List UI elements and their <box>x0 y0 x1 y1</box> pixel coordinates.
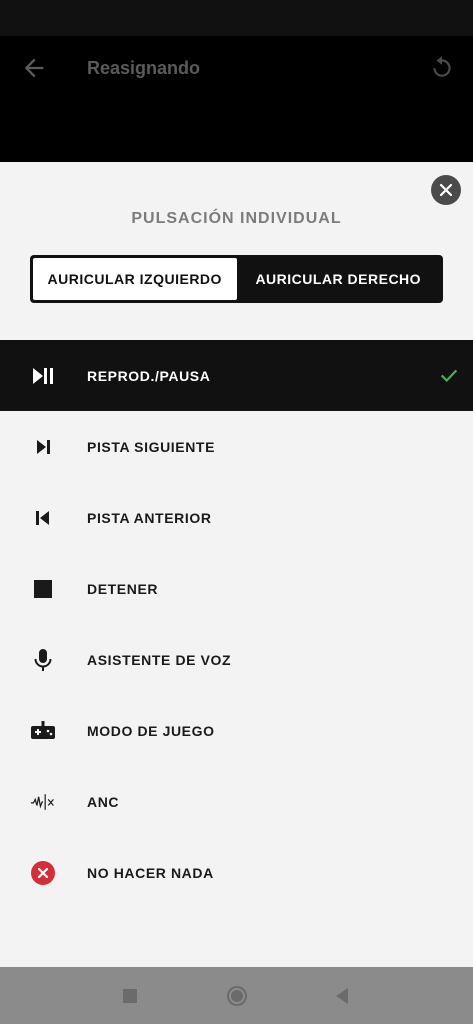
page-title: Reasignando <box>87 58 201 78</box>
left-earbud-tab[interactable]: AURICULAR IZQUIERDO <box>33 258 237 300</box>
skip-previous-icon <box>30 505 56 531</box>
bottom-sheet: PULSACIÓN INDIVIDUAL AURICULAR IZQUIERDO… <box>0 162 473 967</box>
list-item-play-pause[interactable]: REPROD./PAUSA <box>0 340 473 411</box>
list-item-game-mode[interactable]: MODO DE JUEGO <box>0 695 473 766</box>
play-pause-icon <box>30 363 56 389</box>
system-nav-bar <box>0 967 473 1024</box>
list-item-label: REPROD./PAUSA <box>87 367 211 384</box>
list-item-label: MODO DE JUEGO <box>87 722 215 739</box>
close-icon <box>439 183 453 197</box>
earbud-toggle: AURICULAR IZQUIERDO AURICULAR DERECHO <box>30 255 443 303</box>
do-nothing-icon <box>30 860 56 886</box>
recents-icon[interactable] <box>119 985 141 1007</box>
list-item-label: DETENER <box>87 580 159 597</box>
check-icon <box>440 369 458 383</box>
list-item-do-nothing[interactable]: NO HACER NADA <box>0 837 473 908</box>
stop-icon <box>30 576 56 602</box>
reset-icon[interactable] <box>429 54 455 80</box>
list-item-label: NO HACER NADA <box>87 864 214 881</box>
gamepad-icon <box>30 718 56 744</box>
list-item-previous-track[interactable]: PISTA ANTERIOR <box>0 482 473 553</box>
app-bar: Reasignando <box>0 36 473 162</box>
right-earbud-tab[interactable]: AURICULAR DERECHO <box>237 258 441 300</box>
list-item-anc[interactable]: ANC <box>0 766 473 837</box>
action-list: REPROD./PAUSA PISTA SIGUIENTE PISTA ANTE… <box>0 340 473 908</box>
list-item-voice-assistant[interactable]: ASISTENTE DE VOZ <box>0 624 473 695</box>
status-bar <box>0 0 473 36</box>
back-arrow-icon[interactable] <box>20 54 48 82</box>
close-button[interactable] <box>431 175 461 205</box>
list-item-label: PISTA SIGUIENTE <box>87 438 216 455</box>
sheet-title: PULSACIÓN INDIVIDUAL <box>131 210 342 227</box>
back-triangle-icon[interactable] <box>331 985 353 1007</box>
list-item-stop[interactable]: DETENER <box>0 553 473 624</box>
anc-waveform-icon <box>30 789 56 815</box>
list-item-label: PISTA ANTERIOR <box>87 509 212 526</box>
list-item-next-track[interactable]: PISTA SIGUIENTE <box>0 411 473 482</box>
microphone-icon <box>30 647 56 673</box>
list-item-label: ASISTENTE DE VOZ <box>87 651 232 668</box>
home-icon[interactable] <box>226 985 248 1007</box>
list-item-label: ANC <box>87 793 120 810</box>
skip-next-icon <box>30 434 56 460</box>
